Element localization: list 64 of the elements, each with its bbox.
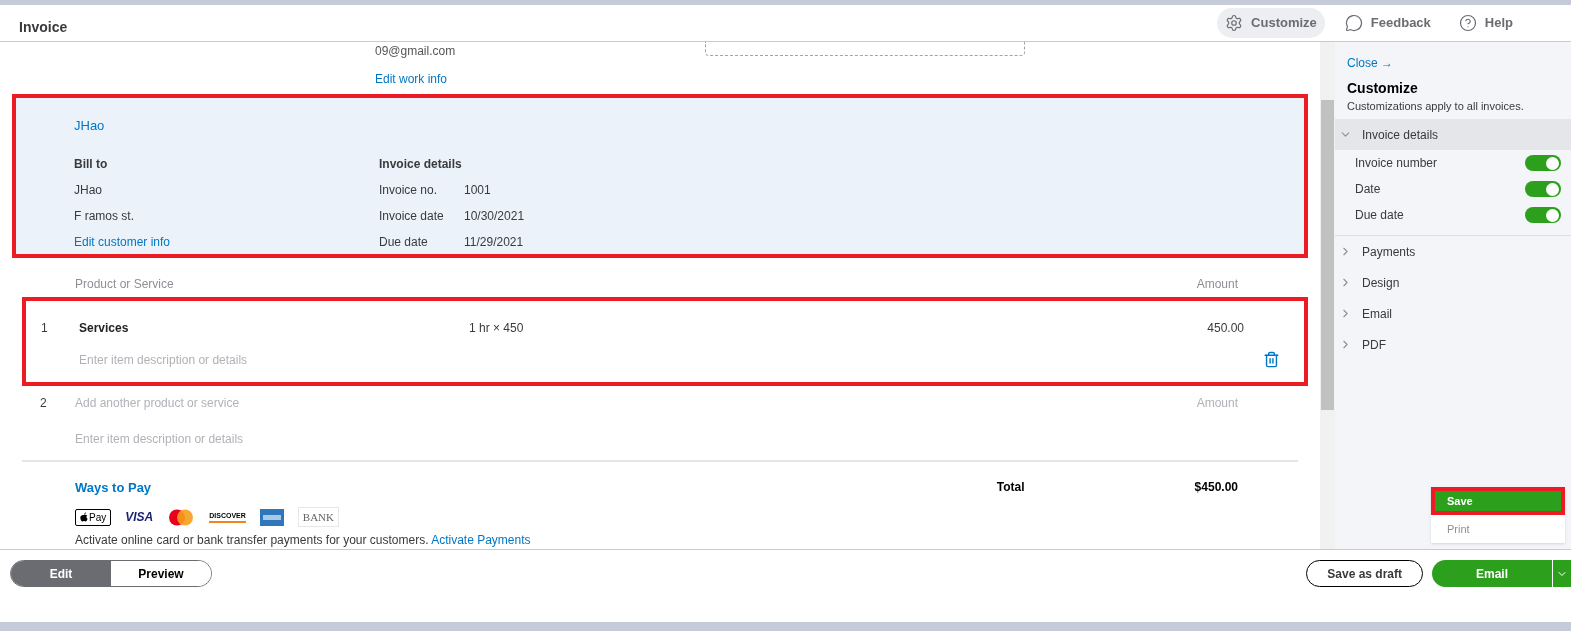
bill-to-line: F ramos st.	[74, 208, 135, 225]
option-label: Invoice number	[1355, 155, 1438, 172]
total-value: $450.00	[1194, 478, 1238, 496]
header-action-button[interactable]: Feedback	[1336, 8, 1439, 38]
logo-dropzone[interactable]	[705, 42, 1026, 56]
accordion-header[interactable]: Email	[1335, 298, 1571, 329]
mastercard-logo	[167, 508, 196, 526]
accordion-header[interactable]: Design	[1335, 267, 1571, 298]
detail-value: 1001	[464, 182, 491, 199]
total-label: Total	[996, 478, 1025, 496]
email-button[interactable]: Email	[1432, 560, 1552, 587]
toggle-switch[interactable]	[1525, 207, 1561, 223]
customer-name-link[interactable]: JHao	[74, 118, 105, 133]
company-email: 09@gmail.com	[375, 43, 456, 60]
detail-label: Invoice date	[379, 208, 445, 225]
scrollbar[interactable]	[1320, 42, 1335, 549]
save-draft-button[interactable]: Save as draft	[1306, 560, 1423, 587]
detail-value: 11/29/2021	[464, 234, 524, 251]
row-number: 1	[41, 319, 49, 337]
accordion-header[interactable]: Payments	[1335, 236, 1571, 267]
detail-value: 10/30/2021	[464, 208, 525, 225]
visa-logo: VISA	[125, 509, 154, 526]
product-field[interactable]: Add another product or service	[75, 393, 475, 412]
toggle-switch[interactable]	[1525, 155, 1561, 171]
header-action-button[interactable]: Help	[1450, 8, 1521, 38]
menu-item[interactable]: Save	[1431, 487, 1565, 515]
amount-value[interactable]: 450.00	[1207, 318, 1244, 337]
settings-icon	[1225, 14, 1244, 32]
option-label: Due date	[1355, 207, 1404, 224]
ways-to-pay-heading: Ways to Pay	[75, 478, 153, 497]
toggle-switch[interactable]	[1525, 181, 1561, 197]
amount-field[interactable]: Amount	[1178, 393, 1238, 412]
panel-title: Customize	[1347, 79, 1419, 98]
option-label: Date	[1355, 181, 1381, 198]
quantity-rate[interactable]: 1 hr × 450	[469, 318, 524, 337]
column-header: Amount	[1196, 275, 1238, 293]
page-title: Invoice	[19, 17, 68, 37]
product-name[interactable]: Services	[79, 318, 469, 337]
bill-to-heading: Bill to	[74, 156, 109, 173]
edit-work-info-link[interactable]: Edit work info	[375, 70, 456, 88]
amex-logo	[259, 508, 284, 526]
bill-to-line: JHao	[74, 182, 103, 199]
close-link[interactable]: Close →	[1347, 54, 1571, 72]
apple-pay-logo: Pay	[75, 508, 112, 526]
row-number: 2	[40, 394, 48, 412]
payments-note: Activate online card or bank transfer payments for your customers. Activate Payments	[75, 532, 531, 549]
help-icon	[1458, 14, 1477, 32]
detail-label: Due date	[379, 234, 429, 251]
column-header: Product or Service	[75, 275, 174, 293]
delete-icon[interactable]	[1263, 351, 1280, 368]
accordion-header[interactable]: PDF	[1335, 329, 1571, 360]
header-action-button[interactable]: Customize	[1217, 8, 1325, 38]
bank-logo: BANK	[297, 507, 339, 527]
invoice-details-heading: Invoice details	[379, 156, 463, 173]
description-field[interactable]: Enter item description or details	[75, 429, 475, 448]
edit-customer-info-link[interactable]: Edit customer info	[74, 233, 379, 251]
menu-item[interactable]: Print	[1431, 515, 1565, 543]
chat-bubble-icon	[1344, 14, 1363, 32]
description-field[interactable]: Enter item description or details	[79, 350, 479, 369]
accordion-header[interactable]: Invoice details	[1335, 119, 1571, 150]
view-tab[interactable]: Edit	[11, 561, 111, 586]
panel-subtitle: Customizations apply to all invoices.	[1347, 99, 1525, 113]
detail-label: Invoice no.	[379, 182, 439, 199]
activate-payments-link[interactable]: Activate Payments	[431, 533, 531, 547]
